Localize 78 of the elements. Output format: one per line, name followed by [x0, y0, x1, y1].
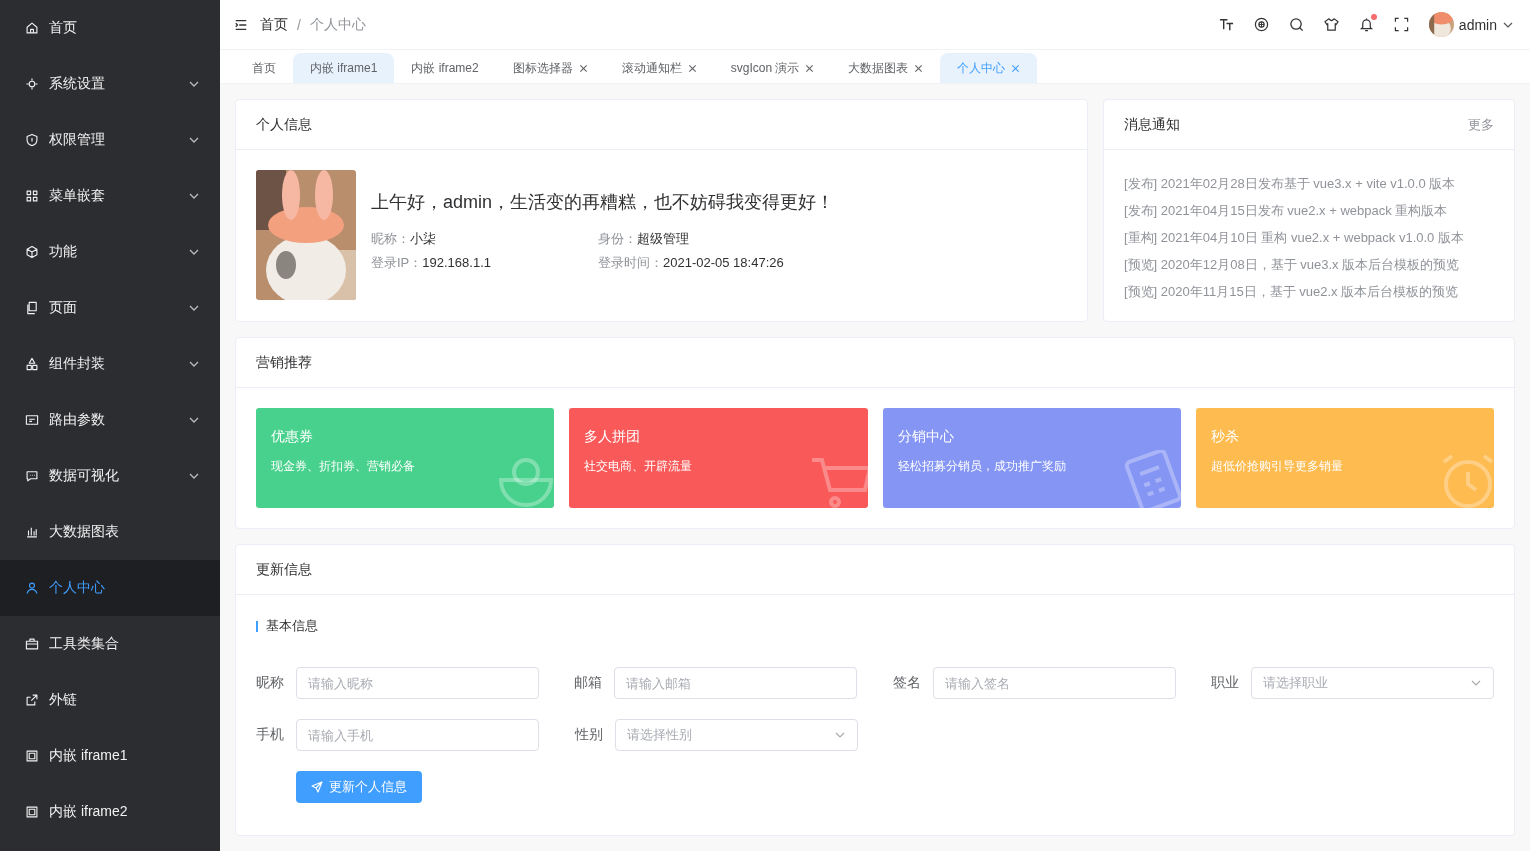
shapes-icon [25, 357, 39, 371]
frame-icon [25, 805, 39, 819]
shield-icon [25, 133, 39, 147]
briefcase-icon [25, 637, 39, 651]
tab[interactable]: 首页 [235, 53, 293, 83]
fullscreen-icon[interactable] [1393, 17, 1409, 32]
sidebar-item[interactable]: 组件封装 [0, 336, 220, 392]
sidebar-item[interactable]: 菜单嵌套 [0, 168, 220, 224]
input-field[interactable]: 请输入手机 [296, 719, 539, 751]
tab[interactable]: 内嵌 iframe2 [394, 53, 496, 83]
font-size-icon[interactable] [1218, 17, 1234, 32]
tab[interactable]: 内嵌 iframe1 [293, 53, 395, 83]
cube-icon [25, 245, 39, 259]
info-value: 超级管理 [637, 231, 689, 246]
send-icon [311, 781, 323, 793]
field-label: 签名 [892, 674, 922, 692]
breadcrumb-item[interactable]: 首页 [260, 15, 288, 34]
calculator-icon [1122, 450, 1181, 508]
bell-icon[interactable] [1358, 17, 1374, 32]
copy-icon [25, 301, 39, 315]
user-name[interactable]: admin [1458, 16, 1497, 33]
tab[interactable]: svgIcon 演示 [713, 53, 832, 83]
input-field[interactable]: 请输入昵称 [296, 667, 539, 699]
input-field[interactable]: 请输入签名 [932, 667, 1176, 699]
tab[interactable]: 大数据图表 [831, 53, 941, 83]
breadcrumb-item: 个人中心 [309, 15, 367, 34]
gear-icon [25, 77, 39, 91]
info-value: 192.168.1.1 [422, 255, 491, 270]
input-field[interactable]: 请输入邮箱 [614, 667, 858, 699]
close-icon[interactable] [578, 63, 588, 73]
card-icon [25, 413, 39, 427]
chat-icon [25, 469, 39, 483]
sidebar-item[interactable]: 权限管理 [0, 112, 220, 168]
info-label: 昵称： [371, 231, 410, 246]
tab[interactable]: 图标选择器 [495, 53, 605, 83]
close-icon[interactable] [687, 63, 697, 73]
info-label: 登录时间： [598, 255, 663, 270]
field-label: 邮箱 [574, 674, 604, 692]
sidebar-item[interactable]: 外链 [0, 672, 220, 728]
info-value: 小柒 [410, 231, 436, 246]
sidebar-item[interactable]: 工具类集合 [0, 616, 220, 672]
info-label: 登录IP： [371, 255, 423, 270]
tab[interactable]: 滚动通知栏 [604, 53, 714, 83]
sidebar-item[interactable]: 内嵌 iframe2 [0, 784, 220, 840]
menu-icon[interactable] [234, 17, 248, 32]
bar-chart-icon [25, 525, 39, 539]
sidebar-item[interactable]: 页面 [0, 280, 220, 336]
search-icon[interactable] [1288, 17, 1304, 32]
external-link-icon [25, 693, 39, 707]
user-icon [25, 581, 39, 595]
shirt-icon[interactable] [1323, 17, 1339, 32]
field-label: 性别 [575, 726, 604, 744]
card-title: 更新信息 [256, 560, 312, 579]
card-title: 消息通知 [1124, 115, 1180, 134]
breadcrumb-separator: / [297, 16, 301, 33]
sidebar-item[interactable]: 大数据图表 [0, 504, 220, 560]
section-title: 基本信息 [266, 617, 318, 635]
sidebar-item[interactable]: 数据可视化 [0, 448, 220, 504]
field-label: 昵称 [256, 674, 285, 692]
field-label: 手机 [256, 726, 285, 744]
card-title: 营销推荐 [256, 353, 312, 372]
info-value: 2021-02-05 18:47:26 [663, 255, 784, 270]
grid-icon [25, 189, 39, 203]
globe-icon[interactable] [1253, 17, 1269, 32]
frame-icon [25, 749, 39, 763]
field-label: 职业 [1210, 674, 1240, 692]
card-title: 个人信息 [256, 115, 312, 134]
info-label: 身份： [598, 231, 637, 246]
sidebar-item[interactable]: 个人中心 [0, 560, 220, 616]
sidebar-item[interactable]: 路由参数 [0, 392, 220, 448]
sidebar-item[interactable]: 内嵌 iframe1 [0, 728, 220, 784]
sidebar-item[interactable]: 系统设置 [0, 56, 220, 112]
home-icon [25, 21, 39, 35]
close-icon[interactable] [914, 63, 924, 73]
sidebar-item[interactable]: 首页 [0, 0, 220, 56]
sidebar-item[interactable]: 功能 [0, 224, 220, 280]
greeting-text: 上午好，admin，生活变的再糟糕，也不妨碍我变得更好！ [371, 191, 836, 214]
close-icon[interactable] [805, 63, 815, 73]
